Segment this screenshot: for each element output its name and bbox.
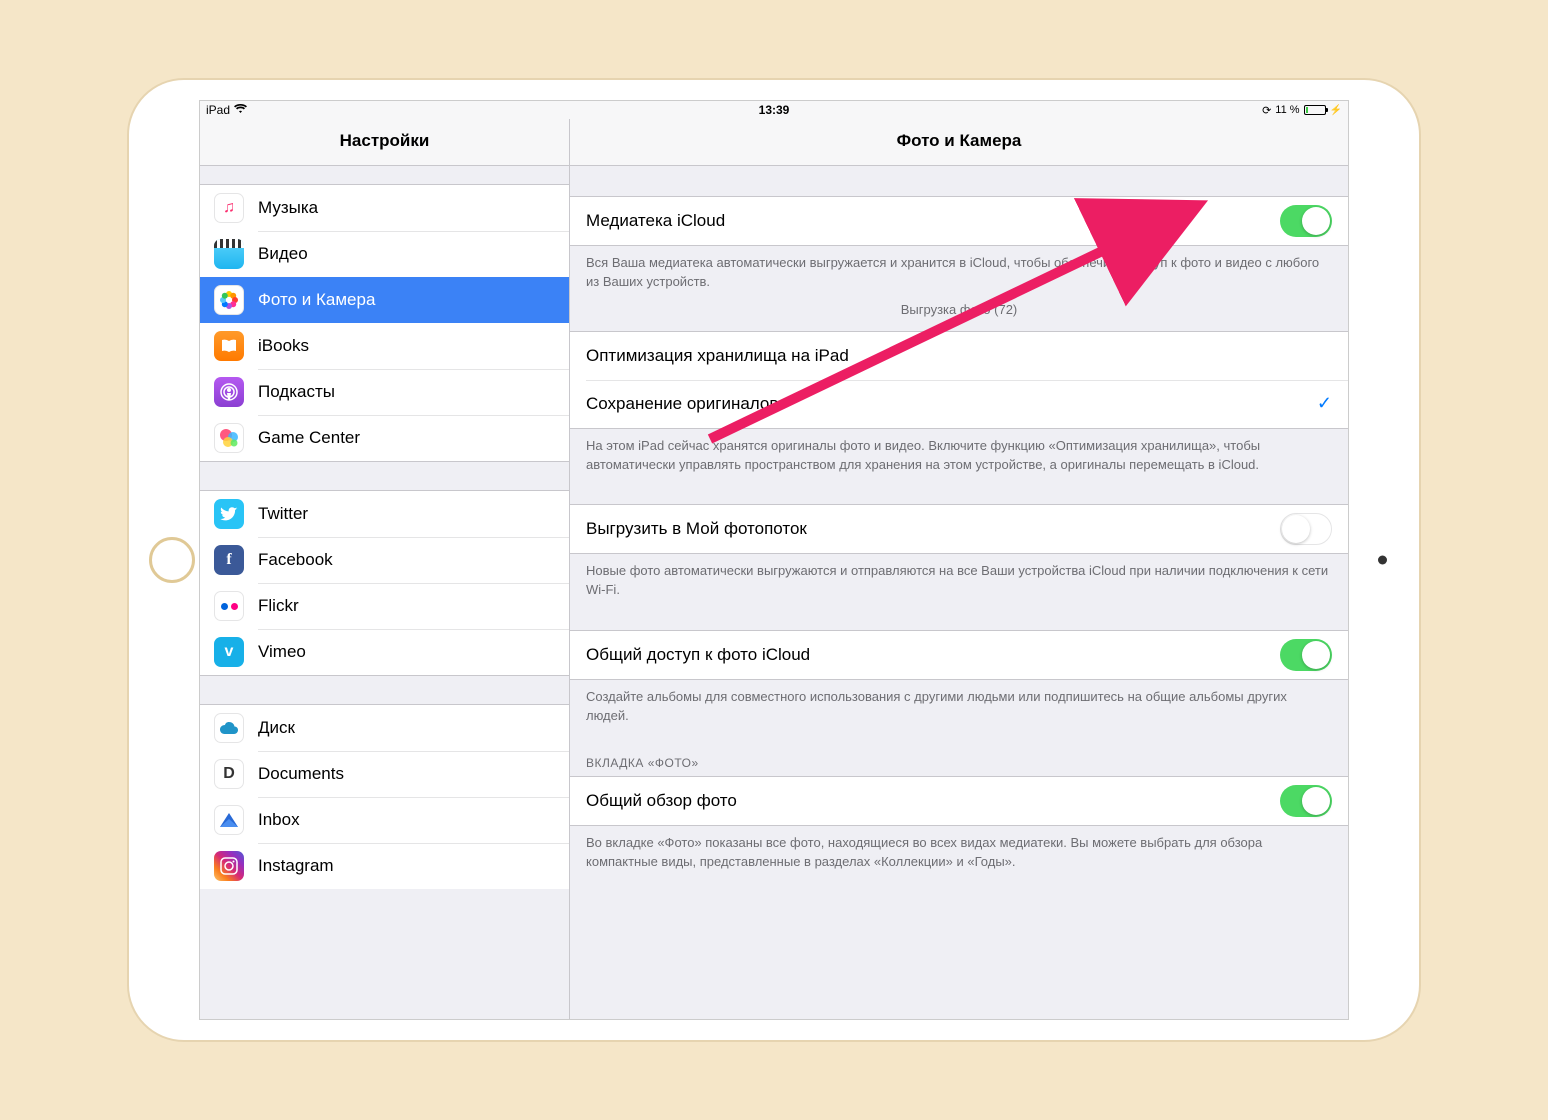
sidebar-item-label: Подкасты <box>258 382 335 402</box>
toggle-summarize-photos[interactable] <box>1280 785 1332 817</box>
battery-icon <box>1304 105 1326 115</box>
group-icloud-library: Медиатека iCloud Вся Ваша медиатека авто… <box>570 196 1348 317</box>
status-bar: iPad 13:39 ⟳ 11 % ⚡ <box>200 101 1348 119</box>
wifi-icon <box>234 103 247 117</box>
sidebar-item-label: Фото и Камера <box>258 290 375 310</box>
sidebar-group-media: ♫ Музыка Видео Фото и Камера <box>200 184 569 462</box>
sidebar-item-podcasts[interactable]: Подкасты <box>200 369 569 415</box>
row-label: Выгрузить в Мой фотопоток <box>586 519 1280 539</box>
charging-icon: ⚡ <box>1330 105 1342 116</box>
sidebar-title: Настройки <box>200 119 569 166</box>
footer-photos-tab: Во вкладке «Фото» показаны все фото, нах… <box>570 826 1348 872</box>
sidebar-group-social: Twitter f Facebook Flickr v Vimeo <box>200 490 569 676</box>
footer-icloud-library: Вся Ваша медиатека автоматически выгружа… <box>570 246 1348 292</box>
home-button[interactable] <box>149 537 195 583</box>
group-photostream: Выгрузить в Мой фотопоток Новые фото авт… <box>570 504 1348 600</box>
detail-pane[interactable]: Фото и Камера Медиатека iCloud Вся Ваша … <box>570 119 1348 1019</box>
group-photos-tab: ВКЛАДКА «ФОТО» Общий обзор фото Во вклад… <box>570 756 1348 872</box>
twitter-icon <box>214 499 244 529</box>
sidebar-item-label: Inbox <box>258 810 300 830</box>
sidebar-item-instagram[interactable]: Instagram <box>200 843 569 889</box>
gamecenter-icon <box>214 423 244 453</box>
sidebar-item-label: Documents <box>258 764 344 784</box>
toggle-shared-icloud[interactable] <box>1280 639 1332 671</box>
sidebar-item-ibooks[interactable]: iBooks <box>200 323 569 369</box>
sidebar-item-label: Flickr <box>258 596 299 616</box>
sidebar-item-label: Диск <box>258 718 295 738</box>
device-label: iPad <box>206 103 230 117</box>
sidebar-item-documents[interactable]: D Documents <box>200 751 569 797</box>
sidebar-item-label: iBooks <box>258 336 309 356</box>
sidebar-item-label: Facebook <box>258 550 333 570</box>
sidebar-item-label: Instagram <box>258 856 334 876</box>
sidebar-item-label: Game Center <box>258 428 360 448</box>
photos-icon <box>214 285 244 315</box>
row-photostream[interactable]: Выгрузить в Мой фотопоток <box>570 505 1348 553</box>
music-icon: ♫ <box>214 193 244 223</box>
sidebar-item-vimeo[interactable]: v Vimeo <box>200 629 569 675</box>
row-icloud-library[interactable]: Медиатека iCloud <box>570 197 1348 245</box>
row-keep-originals[interactable]: Сохранение оригиналов ✓ <box>570 380 1348 428</box>
documents-icon: D <box>214 759 244 789</box>
sidebar-item-label: Видео <box>258 244 308 264</box>
detail-title: Фото и Камера <box>570 119 1348 166</box>
row-optimize-storage[interactable]: Оптимизация хранилища на iPad <box>570 332 1348 380</box>
row-label: Медиатека iCloud <box>586 211 1280 231</box>
disk-icon <box>214 713 244 743</box>
podcasts-icon <box>214 377 244 407</box>
group-header: ВКЛАДКА «ФОТО» <box>570 756 1348 776</box>
row-label: Общий доступ к фото iCloud <box>586 645 1280 665</box>
toggle-icloud-library[interactable] <box>1280 205 1332 237</box>
battery-percent: 11 % <box>1275 104 1299 116</box>
vimeo-icon: v <box>214 637 244 667</box>
ibooks-icon <box>214 331 244 361</box>
video-icon <box>214 239 244 269</box>
footer-photostream: Новые фото автоматически выгружаются и о… <box>570 554 1348 600</box>
sidebar-item-label: Vimeo <box>258 642 306 662</box>
sidebar-item-inbox[interactable]: Inbox <box>200 797 569 843</box>
sidebar-group-apps: Диск D Documents Inbox <box>200 704 569 889</box>
orientation-lock-icon: ⟳ <box>1262 104 1271 117</box>
sidebar-item-photo-camera[interactable]: Фото и Камера <box>200 277 569 323</box>
clock: 13:39 <box>759 103 790 117</box>
sidebar-item-gamecenter[interactable]: Game Center <box>200 415 569 461</box>
toggle-photostream[interactable] <box>1280 513 1332 545</box>
sidebar-item-video[interactable]: Видео <box>200 231 569 277</box>
sidebar-item-label: Twitter <box>258 504 308 524</box>
sidebar-item-flickr[interactable]: Flickr <box>200 583 569 629</box>
footer-storage: На этом iPad сейчас хранятся оригиналы ф… <box>570 429 1348 475</box>
sidebar-item-facebook[interactable]: f Facebook <box>200 537 569 583</box>
sidebar-item-music[interactable]: ♫ Музыка <box>200 185 569 231</box>
row-summarize-photos[interactable]: Общий обзор фото <box>570 777 1348 825</box>
row-label: Общий обзор фото <box>586 791 1280 811</box>
ipad-frame: iPad 13:39 ⟳ 11 % ⚡ Настройки ♫ <box>129 80 1419 1040</box>
sidebar-item-disk[interactable]: Диск <box>200 705 569 751</box>
sidebar-item-twitter[interactable]: Twitter <box>200 491 569 537</box>
flickr-icon <box>214 591 244 621</box>
footer-shared: Создайте альбомы для совместного использ… <box>570 680 1348 726</box>
facebook-icon: f <box>214 545 244 575</box>
screen: iPad 13:39 ⟳ 11 % ⚡ Настройки ♫ <box>199 100 1349 1020</box>
settings-sidebar[interactable]: Настройки ♫ Музыка Видео <box>200 119 570 1019</box>
row-label: Оптимизация хранилища на iPad <box>586 346 1332 366</box>
upload-status: Выгрузка фото (72) <box>570 292 1348 317</box>
inbox-icon <box>214 805 244 835</box>
row-shared-icloud[interactable]: Общий доступ к фото iCloud <box>570 631 1348 679</box>
group-shared: Общий доступ к фото iCloud Создайте альб… <box>570 630 1348 726</box>
front-camera <box>1378 556 1387 565</box>
instagram-icon <box>214 851 244 881</box>
checkmark-icon: ✓ <box>1317 393 1332 414</box>
group-storage: Оптимизация хранилища на iPad Сохранение… <box>570 331 1348 475</box>
row-label: Сохранение оригиналов <box>586 394 1317 414</box>
sidebar-item-label: Музыка <box>258 198 318 218</box>
